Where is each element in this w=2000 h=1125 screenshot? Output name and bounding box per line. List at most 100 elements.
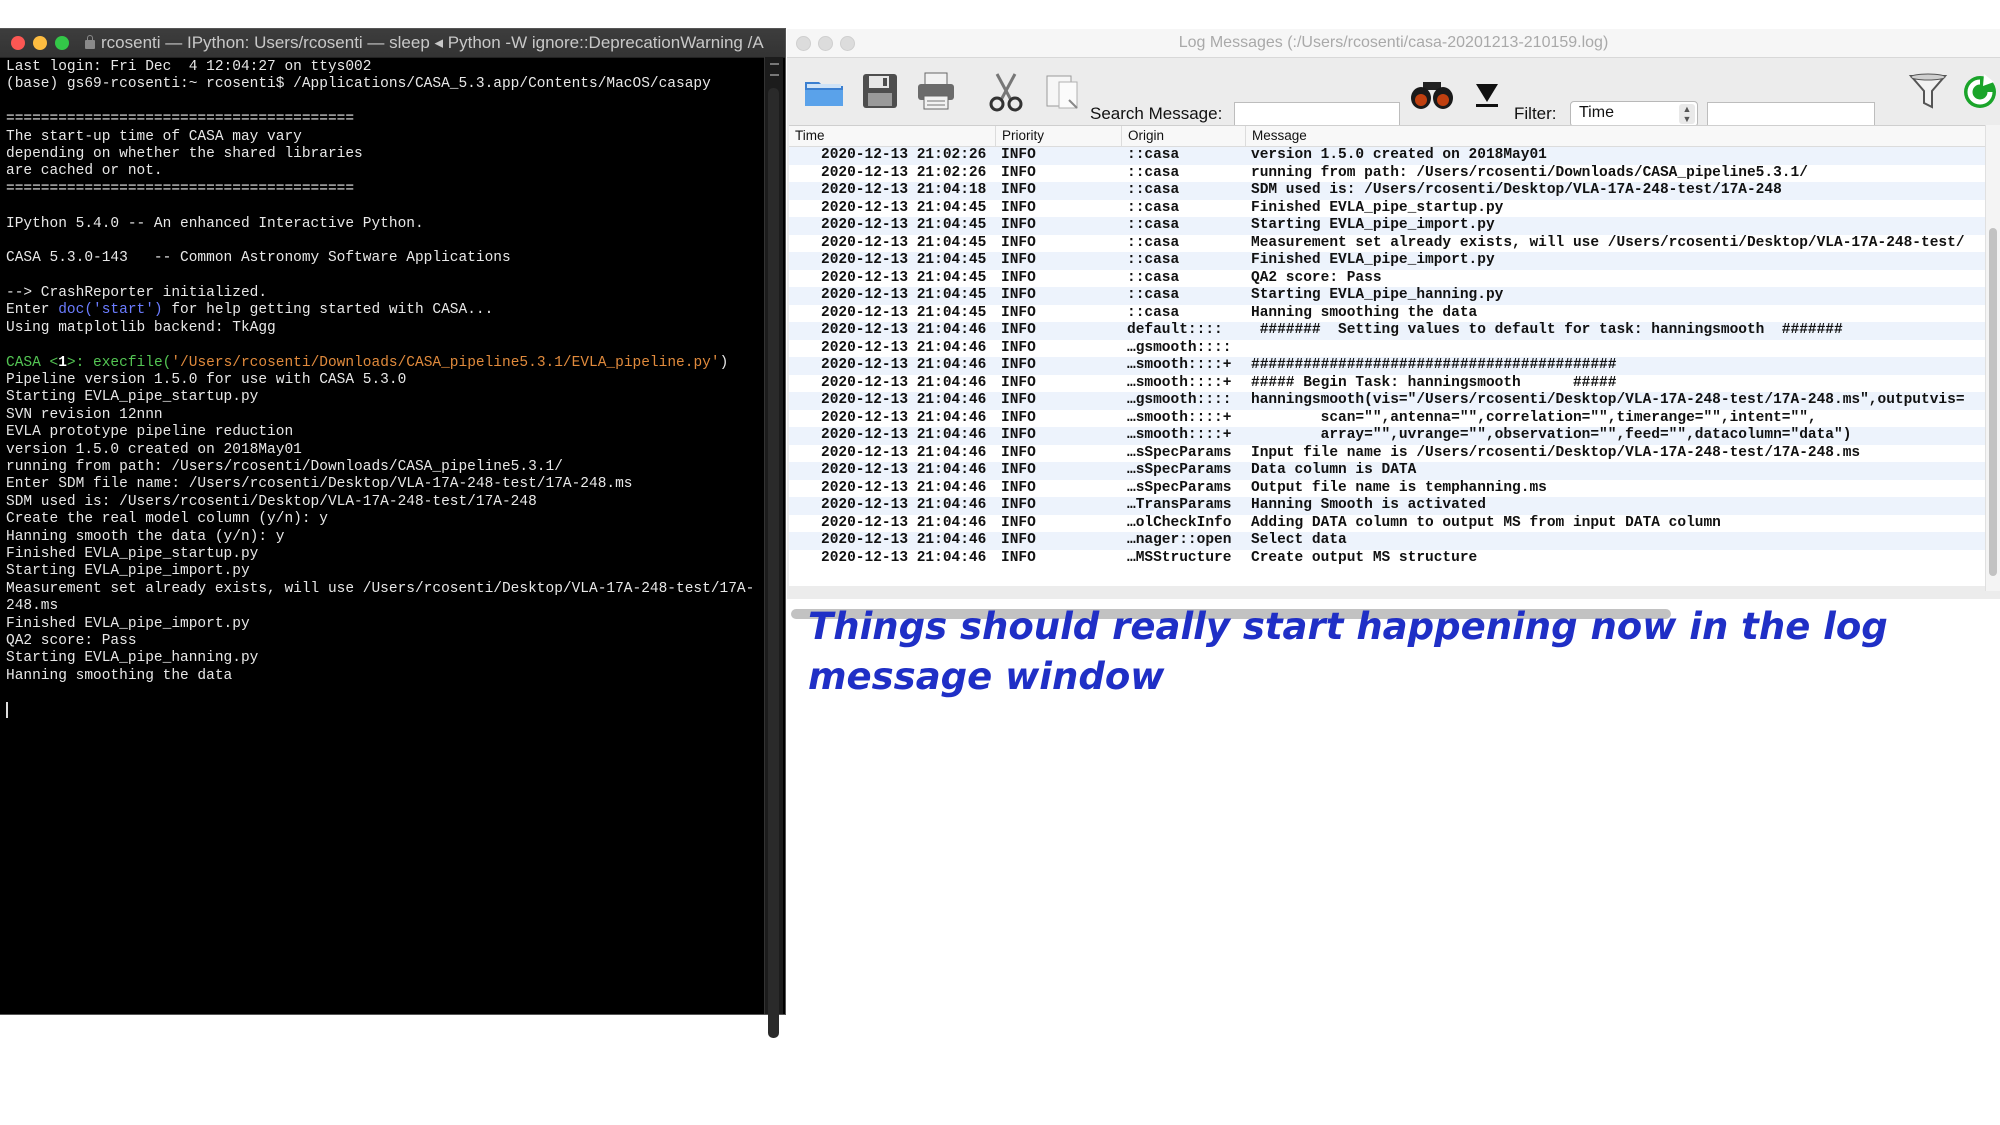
log-row[interactable]: 2020-12-13 21:04:46 INFO default:::: #####… xyxy=(789,322,1985,340)
close-button[interactable] xyxy=(11,36,25,50)
log-row[interactable]: 2020-12-13 21:04:46 INFO …sSpecParams Outpu… xyxy=(789,480,1985,498)
log-message: SDM used is: /Users/rcosenti/Desktop/VLA… xyxy=(1251,182,1782,198)
log-row[interactable]: 2020-12-13 21:04:18 INFO::casa SDM used is… xyxy=(789,182,1985,200)
terminal-line: Measurement set already exists, will use… xyxy=(6,580,755,597)
log-origin: …smooth::::+ xyxy=(1127,427,1232,443)
log-origin: ::casa xyxy=(1127,252,1180,268)
log-row[interactable]: 2020-12-13 21:04:46 INFO …smooth::::+ scan… xyxy=(789,410,1985,428)
log-message: QA2 score: Pass xyxy=(1251,269,1382,286)
copy-icon[interactable] xyxy=(1039,68,1085,114)
binoculars-icon[interactable] xyxy=(1409,70,1455,116)
log-origin: ::casa xyxy=(1127,304,1180,321)
log-message: Starting EVLA_pipe_hanning.py xyxy=(1251,287,1504,303)
log-row[interactable]: 2020-12-13 21:04:45 INFO::casa Hanning smo… xyxy=(789,305,1985,323)
log-vertical-scrollbar[interactable] xyxy=(1985,125,2000,591)
log-table-header: Time Priority Origin Message xyxy=(789,126,1985,147)
log-row[interactable]: 2020-12-13 21:04:46 INFO …smooth::::+ #####… xyxy=(789,357,1985,375)
log-message: ########################################… xyxy=(1251,357,1617,373)
open-folder-icon[interactable] xyxy=(801,68,847,114)
terminal-line: Finished EVLA_pipe_import.py xyxy=(6,615,250,632)
log-row[interactable]: 2020-12-13 21:04:46 INFO …olCheckInfo Addin… xyxy=(789,515,1985,533)
log-time: 2020-12-13 21:04:46 xyxy=(821,462,987,478)
log-priority: INFO xyxy=(1001,549,1036,566)
terminal-line: Hanning smoothing the data xyxy=(6,667,233,684)
terminal-title-text: rcosenti — IPython: Users/rcosenti — sle… xyxy=(101,33,765,52)
log-origin: …smooth::::+ xyxy=(1127,357,1232,373)
terminal-titlebar[interactable]: rcosenti — IPython: Users/rcosenti — sle… xyxy=(0,29,785,58)
log-row[interactable]: 2020-12-13 21:04:46 INFO …gsmooth:::: hanni… xyxy=(789,392,1985,410)
terminal-window[interactable]: rcosenti — IPython: Users/rcosenti — sle… xyxy=(0,29,785,1038)
log-row[interactable]: 2020-12-13 21:04:45 INFO::casa Finished EV… xyxy=(789,252,1985,270)
log-priority: INFO xyxy=(1001,497,1036,513)
log-row[interactable]: 2020-12-13 21:04:45 INFO::casa Starting EV… xyxy=(789,287,1985,305)
log-row[interactable]: 2020-12-13 21:04:46 INFO …TransParams Hanni… xyxy=(789,497,1985,515)
find-next-icon[interactable] xyxy=(1467,72,1513,118)
column-header-time[interactable]: Time xyxy=(789,126,996,146)
caption-text: Things should really start happening now… xyxy=(808,605,1888,698)
log-time: 2020-12-13 21:04:46 xyxy=(821,322,987,338)
column-header-priority[interactable]: Priority xyxy=(996,126,1122,146)
filter-funnel-icon[interactable] xyxy=(1905,68,1951,114)
log-row[interactable]: 2020-12-13 21:04:45 INFO::casa QA2 score: … xyxy=(789,270,1985,288)
log-message: Measurement set already exists, will use… xyxy=(1251,234,1965,251)
column-header-origin[interactable]: Origin xyxy=(1122,126,1246,146)
log-priority: INFO xyxy=(1001,357,1036,373)
log-origin: default:::: xyxy=(1127,322,1223,338)
terminal-scrollbar[interactable] xyxy=(764,57,783,1038)
terminal-line: IPython 5.4.0 -- An enhanced Interactive… xyxy=(6,215,424,232)
print-icon[interactable] xyxy=(913,68,959,114)
log-row[interactable]: 2020-12-13 21:04:46 INFO …smooth::::+ #####… xyxy=(789,375,1985,393)
log-priority: INFO xyxy=(1001,322,1036,338)
log-message: ####### Setting values to default for ta… xyxy=(1251,322,1843,338)
log-row[interactable]: 2020-12-13 21:04:46 INFO …sSpecParams Data … xyxy=(789,462,1985,480)
doc-before: Enter xyxy=(6,302,59,319)
log-row[interactable]: 2020-12-13 21:04:45 INFO::casa Measurement… xyxy=(789,235,1985,253)
zoom-button[interactable] xyxy=(55,36,69,50)
log-time: 2020-12-13 21:04:45 xyxy=(821,304,987,321)
search-message-input[interactable] xyxy=(1234,102,1400,126)
save-icon[interactable] xyxy=(857,68,903,114)
log-priority: INFO xyxy=(1001,147,1036,163)
prompt-argument: '/Users/rcosenti/Downloads/CASA_pipeline… xyxy=(171,354,720,371)
log-row[interactable]: 2020-12-13 21:04:46 INFO …gsmooth:::: xyxy=(789,340,1985,358)
cut-icon[interactable] xyxy=(983,68,1029,114)
log-time: 2020-12-13 21:04:18 xyxy=(821,182,987,198)
log-origin: ::casa xyxy=(1127,287,1180,303)
log-messages-window[interactable]: Log Messages (:/Users/rcosenti/casa-2020… xyxy=(787,29,2000,619)
log-row[interactable]: 2020-12-13 21:04:46 INFO …nager::open Selec… xyxy=(789,532,1985,550)
log-titlebar[interactable]: Log Messages (:/Users/rcosenti/casa-2020… xyxy=(787,29,2000,58)
log-row[interactable]: 2020-12-13 21:04:46 INFO …sSpecParams Input… xyxy=(789,445,1985,463)
log-table[interactable]: Time Priority Origin Message 2020-12-13 … xyxy=(789,125,1985,586)
log-row[interactable]: 2020-12-13 21:04:46 INFO …MSStructure Creat… xyxy=(789,550,1985,568)
filter-value-input[interactable] xyxy=(1707,102,1875,126)
log-time: 2020-12-13 21:04:45 xyxy=(821,287,987,303)
column-header-message[interactable]: Message xyxy=(1246,126,1985,146)
refresh-icon[interactable] xyxy=(1957,68,2000,114)
log-time: 2020-12-13 21:04:46 xyxy=(821,409,987,426)
log-time: 2020-12-13 21:04:46 xyxy=(821,374,987,391)
terminal-output[interactable]: Last login: Fri Dec 4 12:04:27 on ttys00… xyxy=(6,59,761,1009)
log-origin: …smooth::::+ xyxy=(1127,374,1232,391)
log-priority: INFO xyxy=(1001,217,1036,233)
log-row[interactable]: 2020-12-13 21:04:45 INFO::casa Starting EV… xyxy=(789,217,1985,235)
log-origin: …olCheckInfo xyxy=(1127,514,1232,531)
log-row[interactable]: 2020-12-13 21:04:46 INFO …smooth::::+ arra… xyxy=(789,427,1985,445)
log-time: 2020-12-13 21:04:45 xyxy=(821,217,987,233)
log-row[interactable]: 2020-12-13 21:04:45 INFO::casa Finished EV… xyxy=(789,200,1985,218)
minimize-button[interactable] xyxy=(33,36,47,50)
terminal-scroll-thumb[interactable] xyxy=(768,88,779,1038)
log-priority: INFO xyxy=(1001,514,1036,531)
log-row[interactable]: 2020-12-13 21:02:26 INFO::casa version 1.5… xyxy=(789,147,1985,165)
terminal-line: CASA <1>: execfile('/Users/rcosenti/Down… xyxy=(6,355,761,372)
terminal-line: ======================================== xyxy=(6,180,355,197)
log-vertical-scroll-thumb[interactable] xyxy=(1989,228,1997,576)
log-message: Starting EVLA_pipe_import.py xyxy=(1251,217,1495,233)
doc-after: for help getting started with CASA... xyxy=(162,302,494,319)
terminal-line: The start-up time of CASA may vary xyxy=(6,128,302,145)
filter-select[interactable]: Time ▲ ▼ xyxy=(1570,101,1698,127)
log-origin: ::casa xyxy=(1127,234,1180,251)
terminal-line: Starting EVLA_pipe_import.py xyxy=(6,563,250,580)
filter-label: Filter: xyxy=(1514,104,1557,123)
log-row[interactable]: 2020-12-13 21:02:26 INFO::casa running fro… xyxy=(789,165,1985,183)
